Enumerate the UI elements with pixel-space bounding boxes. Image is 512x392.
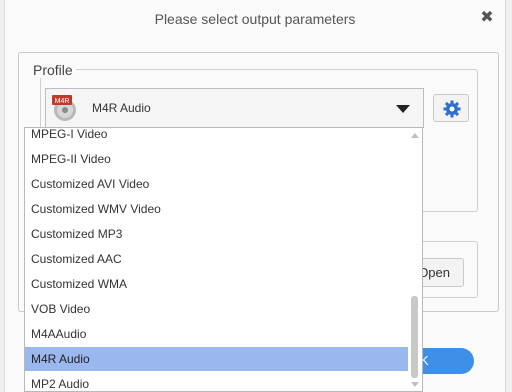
m4r-audio-disc-icon: M4R xyxy=(52,95,76,121)
scrollbar-thumb[interactable] xyxy=(411,296,418,378)
dropdown-item-m4r-audio[interactable]: M4R Audio xyxy=(25,347,408,371)
profile-settings-button[interactable] xyxy=(433,94,469,122)
profile-selected-value: M4R Audio xyxy=(92,101,151,115)
dropdown-item-customized-aac[interactable]: Customized AAC xyxy=(25,247,408,271)
profile-select[interactable]: M4R M4R Audio xyxy=(45,88,424,128)
gear-icon xyxy=(443,100,461,118)
profile-dropdown-list[interactable]: MPEG-I Video MPEG-II Video Customized AV… xyxy=(24,127,423,392)
dropdown-item-customized-avi[interactable]: Customized AVI Video xyxy=(25,172,408,196)
dropdown-item-mpeg1-video[interactable]: MPEG-I Video xyxy=(25,128,408,146)
profile-label: Profile xyxy=(30,62,76,78)
dropdown-item-m4a-audio[interactable]: M4AAudio xyxy=(25,322,408,346)
dropdown-item-customized-wmv[interactable]: Customized WMV Video xyxy=(25,197,408,221)
dropdown-item-vob-video[interactable]: VOB Video xyxy=(25,297,408,321)
dropdown-item-mpeg2-video[interactable]: MPEG-II Video xyxy=(25,147,408,171)
icon-badge-text: M4R xyxy=(55,98,70,105)
dialog-title: Please select output parameters xyxy=(154,11,356,27)
scroll-up-arrow-icon[interactable] xyxy=(411,133,419,138)
scroll-down-arrow-icon[interactable] xyxy=(411,382,419,387)
dropdown-item-mp2-audio[interactable]: MP2 Audio xyxy=(25,372,408,391)
dropdown-item-customized-mp3[interactable]: Customized MP3 xyxy=(25,222,408,246)
dropdown-item-customized-wma[interactable]: Customized WMA xyxy=(25,272,408,296)
close-icon[interactable]: ✖ xyxy=(479,10,495,26)
chevron-down-icon[interactable] xyxy=(396,105,410,113)
dropdown-scrollbar[interactable] xyxy=(408,128,422,391)
